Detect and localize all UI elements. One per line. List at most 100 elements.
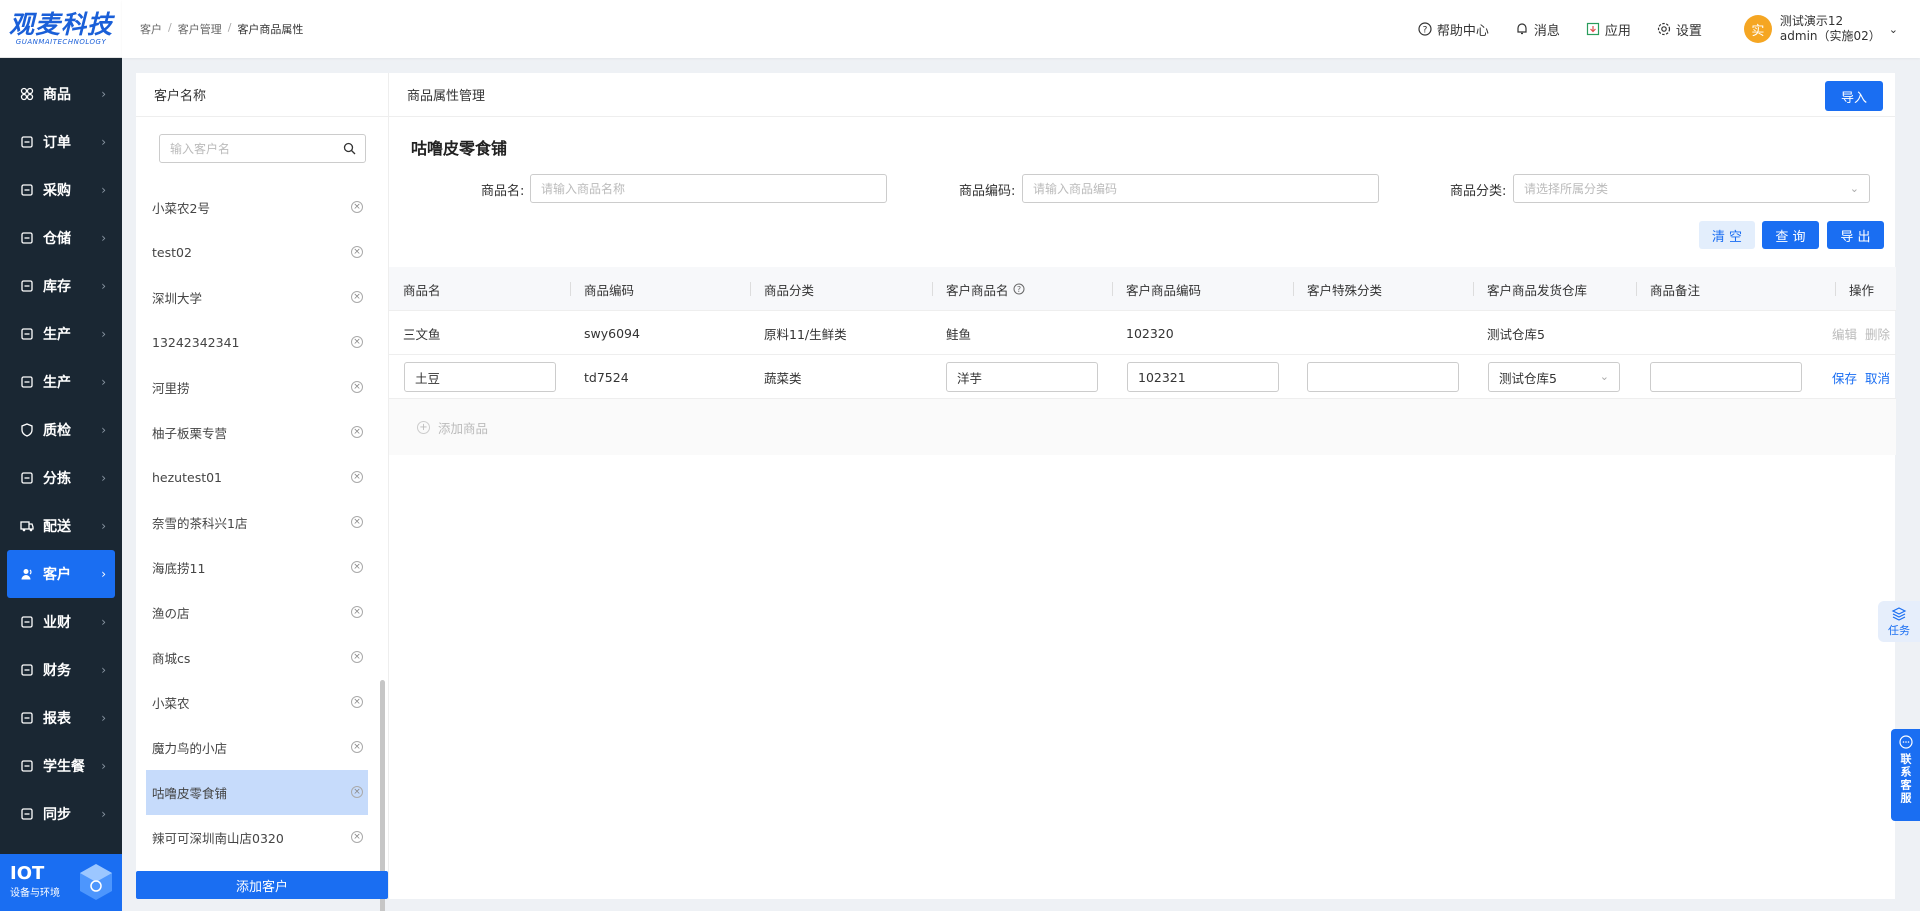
product-name-input[interactable]: 请输入商品名称	[530, 174, 887, 203]
edit-remark-input[interactable]	[1650, 362, 1802, 392]
cell-product-code: swy6094	[584, 325, 640, 341]
chevron-right-icon: ›	[101, 807, 106, 821]
remove-icon[interactable]: ×	[351, 786, 363, 798]
help-icon[interactable]: ?	[1013, 283, 1025, 295]
apps-button[interactable]: 应用	[1586, 20, 1631, 39]
remove-icon[interactable]: ×	[351, 831, 363, 843]
delete-link[interactable]: 删除	[1865, 311, 1890, 355]
nav-item[interactable]: 配送 ›	[7, 502, 115, 550]
import-button[interactable]: 导入	[1825, 81, 1883, 111]
product-code-placeholder: 请输入商品编码	[1033, 182, 1118, 196]
cancel-link[interactable]: 取消	[1865, 355, 1890, 399]
edit-product-name-input[interactable]: 土豆	[404, 362, 556, 392]
remove-icon[interactable]: ×	[351, 201, 363, 213]
customer-name: 小菜农	[152, 696, 190, 711]
messages-button[interactable]: 消息	[1515, 20, 1560, 39]
customer-list-item[interactable]: 小菜农2号 ×	[146, 185, 368, 230]
column-header-with-help: 客户商品名?	[932, 267, 1025, 311]
customer-name: 13242342341	[152, 335, 240, 350]
remove-icon[interactable]: ×	[351, 741, 363, 753]
nav-item[interactable]: 生产 ›	[7, 358, 115, 406]
add-customer-button[interactable]: 添加客户	[136, 871, 388, 899]
remove-icon[interactable]: ×	[351, 381, 363, 393]
remove-icon[interactable]: ×	[351, 696, 363, 708]
nav-item[interactable]: 仓储 ›	[7, 214, 115, 262]
customer-list-item[interactable]: 13242342341 ×	[146, 320, 368, 365]
nav-item[interactable]: 采购 ›	[7, 166, 115, 214]
customer-list-item[interactable]: 奈雪的茶科兴1店 ×	[146, 500, 368, 545]
user-menu[interactable]: 实 测试演示12 admin（实施02） ⌄	[1743, 14, 1898, 44]
iot-banner[interactable]: IOT 设备与环境	[0, 854, 122, 911]
customer-list-item[interactable]: 深圳大学 ×	[146, 275, 368, 320]
customer-search-input[interactable]: 输入客户名	[159, 134, 366, 163]
customer-list-item[interactable]: 柚子板栗专营 ×	[146, 410, 368, 455]
customer-list-item[interactable]: 海底捞11 ×	[146, 545, 368, 590]
remove-icon[interactable]: ×	[351, 471, 363, 483]
save-link[interactable]: 保存	[1832, 355, 1857, 399]
breadcrumb: 客户 / 客户管理 / 客户商品属性	[140, 21, 303, 37]
nav-item[interactable]: 商品 ›	[7, 70, 115, 118]
customer-service-button[interactable]: 联系客服	[1891, 729, 1920, 821]
customer-list-item[interactable]: 小菜农 ×	[146, 680, 368, 725]
remove-icon[interactable]: ×	[351, 336, 363, 348]
query-button[interactable]: 查 询	[1762, 221, 1819, 249]
nav-item[interactable]: 分拣 ›	[7, 454, 115, 502]
nav-item[interactable]: 质检 ›	[7, 406, 115, 454]
breadcrumb-item[interactable]: 客户	[140, 21, 162, 37]
remove-icon[interactable]: ×	[351, 516, 363, 528]
nav-item-label: 仓储	[43, 231, 71, 247]
chevron-down-icon: ⌄	[1599, 370, 1609, 383]
edit-customer-product-code-input[interactable]: 102321	[1127, 362, 1279, 392]
help-label: 帮助中心	[1436, 23, 1489, 39]
customer-list-item[interactable]: test02 ×	[146, 230, 368, 275]
nav-item[interactable]: 客户 ›	[7, 550, 115, 598]
edit-warehouse-select[interactable]: 测试仓库5 ⌄	[1488, 362, 1620, 392]
help-center-button[interactable]: ? 帮助中心	[1418, 20, 1489, 39]
header-actions: ? 帮助中心 消息 应用 设置 实 测试演示12 admin（实施02） ⌄	[1418, 0, 1898, 58]
customer-list-item[interactable]: 辣可可深圳南山店0320 ×	[146, 815, 368, 860]
breadcrumb-item[interactable]: 客户管理	[178, 21, 222, 37]
nav-item[interactable]: 库存 ›	[7, 262, 115, 310]
logo[interactable]: 观麦科技 GUANMAITECHNOLOGY	[0, 0, 122, 58]
add-product-row[interactable]: + 添加商品	[389, 399, 1896, 455]
edit-link[interactable]: 编辑	[1832, 311, 1857, 355]
column-header: 客户商品名	[946, 282, 1009, 298]
column-header: 客户特殊分类	[1292, 267, 1382, 311]
customer-list-item[interactable]: hezutest01 ×	[146, 455, 368, 500]
nav-item[interactable]: 报表 ›	[7, 694, 115, 742]
customer-list-item[interactable]: 渔の店 ×	[146, 590, 368, 635]
remove-icon[interactable]: ×	[351, 291, 363, 303]
nav-item[interactable]: 学生餐 ›	[7, 742, 115, 790]
inventory-icon	[19, 278, 35, 294]
export-button[interactable]: 导 出	[1827, 221, 1884, 249]
remove-icon[interactable]: ×	[351, 561, 363, 573]
product-code-input[interactable]: 请输入商品编码	[1022, 174, 1379, 203]
product-category-select[interactable]: 请选择所属分类 ⌄	[1513, 174, 1870, 203]
task-float-button[interactable]: 任务	[1878, 601, 1920, 642]
nav-item[interactable]: 同步 ›	[7, 790, 115, 838]
nav-item-label: 报表	[43, 711, 71, 727]
remove-icon[interactable]: ×	[351, 651, 363, 663]
nav-item[interactable]: 生产 ›	[7, 310, 115, 358]
add-product-label: 添加商品	[438, 420, 489, 436]
customer-list-item[interactable]: 河里捞 ×	[146, 365, 368, 410]
customer-list-item[interactable]: 商城cs ×	[146, 635, 368, 680]
clear-button[interactable]: 清 空	[1699, 221, 1755, 249]
edit-special-category-input[interactable]	[1307, 362, 1459, 392]
nav-item-label: 生产	[43, 327, 71, 343]
remove-icon[interactable]: ×	[351, 246, 363, 258]
remove-icon[interactable]: ×	[351, 606, 363, 618]
download-icon	[1586, 22, 1599, 36]
customer-list-item[interactable]: 咕噜皮零食铺 ×	[146, 770, 368, 815]
nav-item[interactable]: 订单 ›	[7, 118, 115, 166]
edit-customer-product-name-input[interactable]: 洋芋	[946, 362, 1098, 392]
warehouse-value: 测试仓库5	[1499, 370, 1557, 386]
nav-item[interactable]: 业财 ›	[7, 598, 115, 646]
customer-list-item[interactable]: 魔力鸟的小店 ×	[146, 725, 368, 770]
nav-item[interactable]: 财务 ›	[7, 646, 115, 694]
search-icon[interactable]	[343, 142, 356, 155]
remove-icon[interactable]: ×	[351, 426, 363, 438]
product-code-label: 商品编码:	[959, 184, 1016, 199]
settings-button[interactable]: 设置	[1657, 20, 1702, 39]
breadcrumb-separator: /	[168, 21, 172, 34]
